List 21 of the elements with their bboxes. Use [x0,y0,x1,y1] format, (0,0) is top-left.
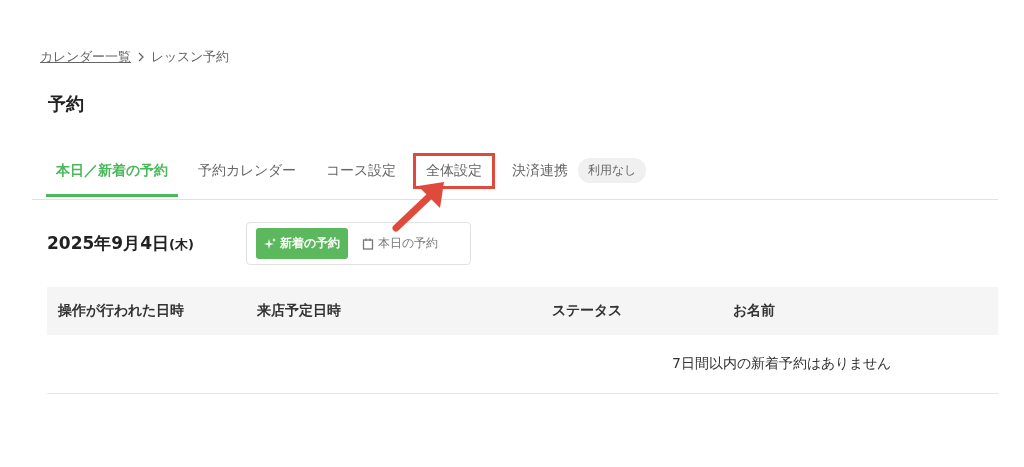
breadcrumb-link[interactable]: カレンダー一覧 [40,48,131,66]
tab-label: コース設定 [325,160,397,180]
tab-label: 本日／新着の予約 [55,160,169,180]
tab[interactable]: 決済連携 利用なし [502,146,656,200]
chevron-icon [137,52,145,62]
breadcrumb-current: レッスン予約 [151,48,229,66]
tab[interactable]: コース設定 [316,149,406,197]
empty-message: 7日間以内の新着予約はありません [672,355,891,373]
tab-label: 決済連携 [511,160,569,180]
date-heading: 2025年9月4日(木) [47,232,194,255]
tab[interactable]: 予約カレンダー [188,149,306,197]
sparkle-icon [263,237,276,250]
status-badge: 利用なし [578,158,646,183]
page-title: 予約 [48,92,85,116]
tab-label: 予約カレンダー [197,160,297,180]
column-header: 操作が行われた日時 [58,302,185,320]
toggle-button[interactable]: 本日の予約 [353,228,446,259]
column-header: お名前 [733,302,776,320]
calendar-icon [361,237,374,250]
column-header: 来店予定日時 [257,302,342,320]
column-header: ステータス [552,302,623,320]
